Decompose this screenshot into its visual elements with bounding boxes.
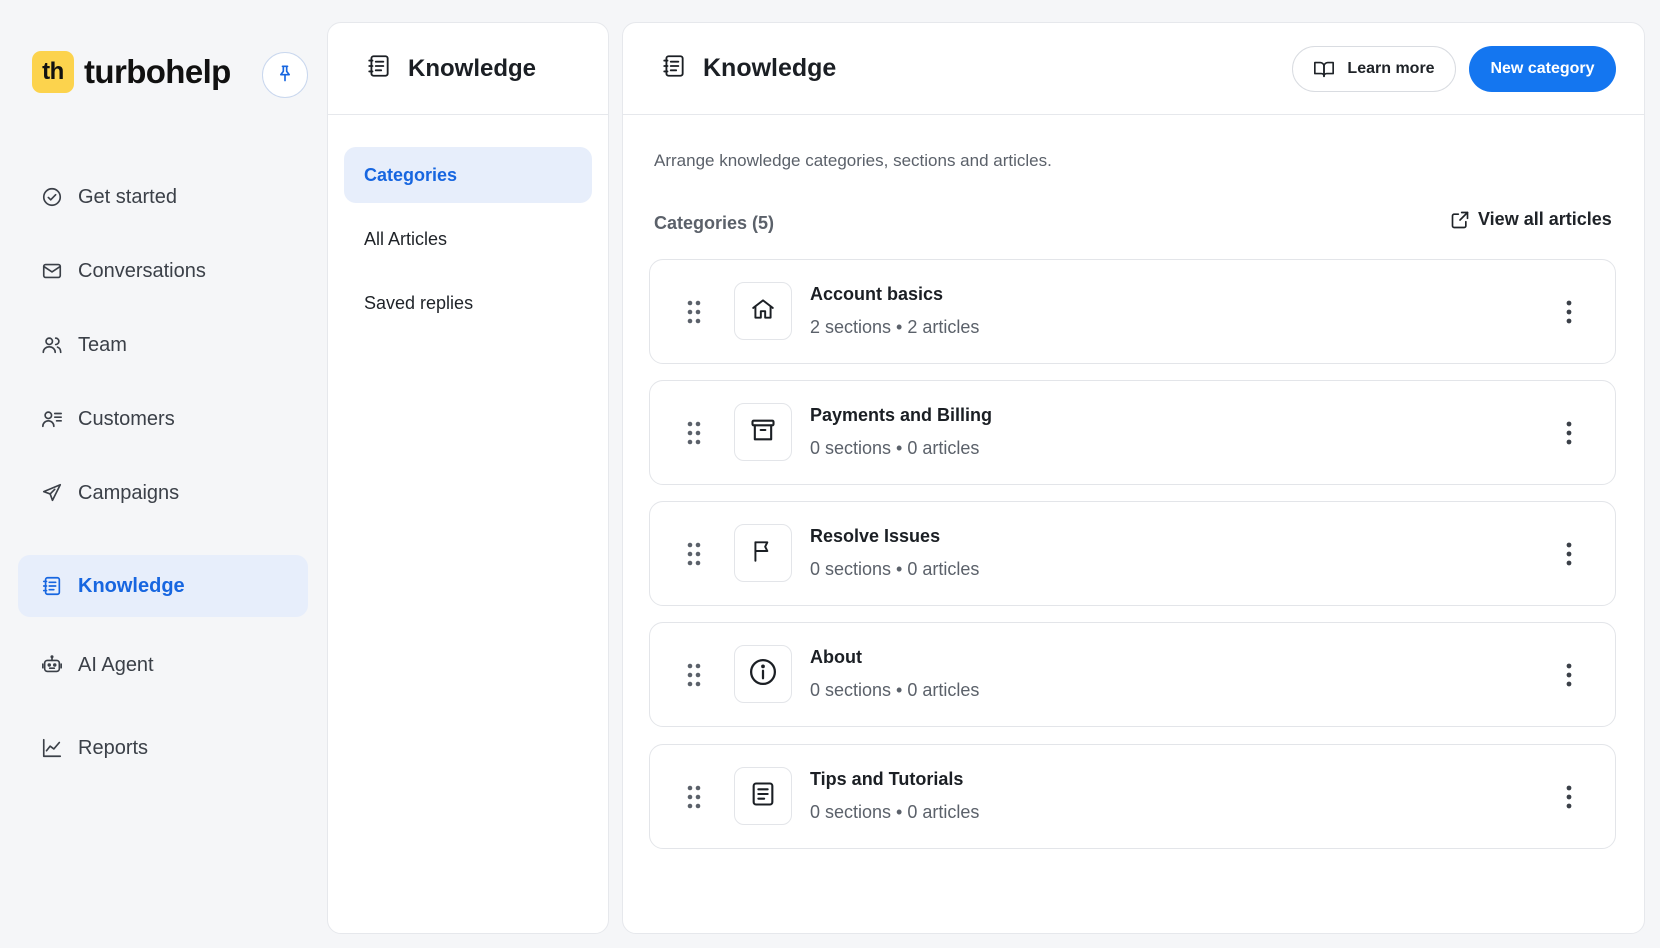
category-card[interactable]: Resolve Issues 0 sections • 0 articles: [649, 501, 1616, 606]
main-panel: Knowledge Learn more New category Arrang…: [622, 22, 1645, 934]
category-meta: 0 sections • 0 articles: [810, 438, 980, 458]
sidebar-item-ai-agent[interactable]: AI Agent: [18, 634, 308, 696]
knowledge-subnav-panel: Knowledge Categories All Articles Saved …: [327, 22, 609, 934]
pin-button[interactable]: [262, 52, 308, 98]
page-title: Knowledge: [703, 54, 837, 82]
home-icon: [750, 296, 776, 327]
sidebar-item-label: Conversations: [78, 259, 206, 282]
sidebar-item-get-started[interactable]: Get started: [18, 166, 308, 228]
sidebar-item-knowledge[interactable]: Knowledge: [18, 555, 308, 617]
sidebar-item-reports[interactable]: Reports: [18, 717, 308, 779]
page-description: Arrange knowledge categories, sections a…: [654, 151, 1052, 170]
more-options-icon[interactable]: [1565, 541, 1573, 572]
sidebar-item-label: Reports: [78, 736, 149, 759]
brand[interactable]: th turbohelp: [32, 51, 231, 93]
sidebar-item-team[interactable]: Team: [18, 314, 308, 376]
brand-name: turbohelp: [84, 53, 231, 90]
category-icon-box: [734, 282, 792, 340]
robot-icon: [40, 653, 64, 677]
drag-handle-icon[interactable]: [686, 541, 702, 572]
sidebar-item-label: AI Agent: [78, 653, 154, 676]
contacts-icon: [40, 407, 64, 431]
category-icon-box: [734, 403, 792, 461]
notebook-icon: [40, 574, 64, 598]
notebook-icon: [366, 53, 392, 84]
view-all-label: View all articles: [1478, 209, 1612, 229]
new-category-button[interactable]: New category: [1469, 46, 1616, 92]
more-options-icon[interactable]: [1565, 420, 1573, 451]
more-options-icon[interactable]: [1565, 662, 1573, 693]
learn-more-button[interactable]: Learn more: [1292, 46, 1456, 92]
knowledge-panel-title: Knowledge: [408, 54, 537, 82]
sidebar-item-customers[interactable]: Customers: [18, 388, 308, 450]
view-all-articles-link[interactable]: View all articles: [1450, 209, 1612, 230]
users-icon: [40, 333, 64, 357]
check-circle-icon: [40, 185, 64, 209]
category-meta: 0 sections • 0 articles: [810, 802, 980, 822]
sidebar-item-label: Campaigns: [78, 481, 180, 504]
book-open-icon: [1313, 58, 1335, 80]
category-meta: 2 sections • 2 articles: [810, 317, 980, 337]
mail-icon: [40, 259, 64, 283]
pin-icon: [275, 63, 295, 88]
sidebar-item-label: Knowledge: [78, 574, 185, 597]
sidebar-item-campaigns[interactable]: Campaigns: [18, 462, 308, 524]
subnav-item-saved-replies[interactable]: Saved replies: [344, 275, 592, 331]
category-card[interactable]: Account basics 2 sections • 2 articles: [649, 259, 1616, 364]
category-title: Account basics: [810, 284, 944, 304]
sidebar-item-label: Customers: [78, 407, 175, 430]
drag-handle-icon[interactable]: [686, 784, 702, 815]
sidebar-item-label: Get started: [78, 185, 177, 208]
category-card[interactable]: Tips and Tutorials 0 sections • 0 articl…: [649, 744, 1616, 849]
send-icon: [40, 481, 64, 505]
category-meta: 0 sections • 0 articles: [810, 559, 980, 579]
sidebar-item-label: Team: [78, 333, 127, 356]
category-icon-box: [734, 645, 792, 703]
learn-more-label: Learn more: [1347, 60, 1435, 77]
drag-handle-icon[interactable]: [686, 662, 702, 693]
category-meta: 0 sections • 0 articles: [810, 680, 980, 700]
sidebar-item-conversations[interactable]: Conversations: [18, 240, 308, 302]
knowledge-subnav: Categories All Articles Saved replies: [328, 115, 608, 371]
subnav-item-all-articles[interactable]: All Articles: [344, 211, 592, 267]
notebook-icon: [661, 53, 687, 84]
knowledge-panel-header: Knowledge: [328, 23, 608, 115]
category-title: Payments and Billing: [810, 405, 993, 425]
chart-line-icon: [40, 736, 64, 760]
drag-handle-icon[interactable]: [686, 299, 702, 330]
drag-handle-icon[interactable]: [686, 420, 702, 451]
info-icon: [748, 657, 778, 692]
categories-count: Categories (5): [654, 213, 775, 233]
category-card[interactable]: About 0 sections • 0 articles: [649, 622, 1616, 727]
subnav-item-categories[interactable]: Categories: [344, 147, 592, 203]
category-title: Resolve Issues: [810, 526, 941, 546]
category-title: About: [810, 647, 862, 667]
category-icon-box: [734, 524, 792, 582]
archive-icon: [749, 416, 777, 449]
document-icon: [749, 780, 777, 813]
more-options-icon[interactable]: [1565, 299, 1573, 330]
category-title: Tips and Tutorials: [810, 769, 964, 789]
category-card[interactable]: Payments and Billing 0 sections • 0 arti…: [649, 380, 1616, 485]
category-icon-box: [734, 767, 792, 825]
main-header: Knowledge Learn more New category: [623, 23, 1644, 115]
brand-logo: th: [32, 51, 74, 93]
external-link-icon: [1450, 210, 1470, 230]
more-options-icon[interactable]: [1565, 784, 1573, 815]
flag-icon: [750, 538, 776, 569]
sidebar: th turbohelp Get started Conversations T…: [0, 0, 324, 948]
